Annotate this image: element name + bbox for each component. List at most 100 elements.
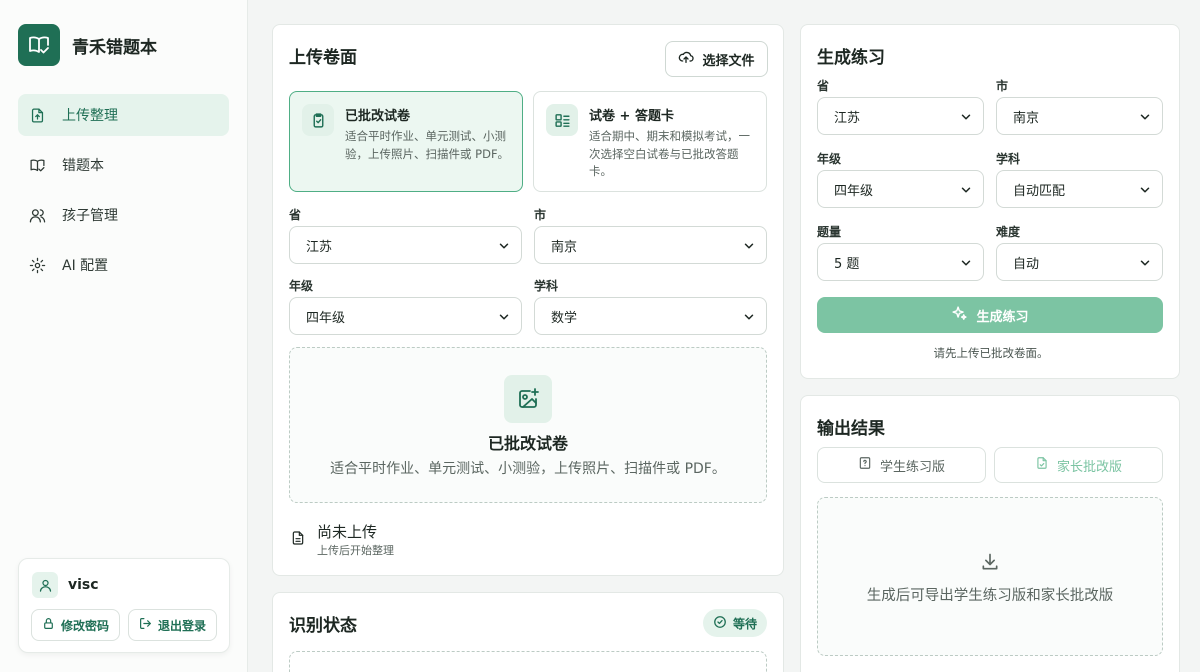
choose-file-label: 选择文件 [702,53,755,69]
city-label: 市 [534,208,547,222]
chevron-down-icon [1138,183,1152,201]
chevron-down-icon [959,256,973,274]
practice-difficulty-select[interactable]: 自动 [996,243,1163,281]
generate-practice-label: 生成练习 [976,309,1029,325]
output-title: 输出结果 [817,419,885,439]
check-circle-icon [713,615,727,632]
status-badge-label: 等待 [732,616,757,631]
practice-city-value: 南京 [1013,110,1040,126]
book-icon [28,156,46,174]
chevron-down-icon [959,183,973,201]
sidebar-item-label: 孩子管理 [62,208,118,224]
sidebar-item-label: 上传整理 [62,108,118,124]
grade-select[interactable]: 四年级 [289,297,522,335]
generate-practice-button[interactable]: 生成练习 [817,297,1163,333]
brand[interactable]: 青禾错题本 [18,24,157,66]
practice-city-label: 市 [996,79,1009,93]
user-name: visc [68,577,99,593]
practice-difficulty-value: 自动 [1013,256,1040,272]
province-value: 江苏 [306,239,333,255]
city-value: 南京 [551,239,578,255]
mode-paper-and-answer-sheet[interactable]: 试卷 + 答题卡 适合期中、期末和模拟考试，一次选择空白试卷与已批改答题卡。 [533,91,767,192]
download-icon [980,552,1000,576]
sidebar-item-mistakes[interactable]: 错题本 [18,144,229,186]
recognition-title: 识别状态 [289,616,357,636]
users-icon [28,206,46,224]
book-check-icon [18,24,60,66]
sparkles-icon [951,305,968,326]
chevron-down-icon [497,310,511,328]
sidebar-item-ai-config[interactable]: AI 配置 [18,244,229,286]
mode-desc: 适合平时作业、单元测试、小测验，上传照片、扫描件或 PDF。 [345,129,510,161]
subject-select[interactable]: 数学 [534,297,767,335]
practice-count-select[interactable]: 5 题 [817,243,984,281]
practice-city-select[interactable]: 南京 [996,97,1163,135]
practice-province-select[interactable]: 江苏 [817,97,984,135]
sidebar-nav: 上传整理 错题本 孩子管理 AI 配置 [18,94,229,294]
mode-title: 已批改试卷 [345,109,411,124]
practice-title: 生成练习 [817,48,885,68]
user-info: visc [32,572,99,598]
upload-card: 上传卷面 选择文件 已批改试卷 适合平时作业、单元测试、小测验，上传照片、扫描件… [272,24,784,576]
mode-desc: 适合期中、期末和模拟考试，一次选择空白试卷与已批改答题卡。 [589,129,750,178]
practice-grade-select[interactable]: 四年级 [817,170,984,208]
upload-dropzone[interactable]: 已批改试卷 适合平时作业、单元测试、小测验，上传照片、扫描件或 PDF。 [289,347,767,503]
upload-card-title: 上传卷面 [289,48,357,68]
choose-file-button[interactable]: 选择文件 [665,41,768,77]
logout-label: 退出登录 [157,618,206,633]
upload-status-sub: 上传后开始整理 [317,544,394,557]
sidebar: 青禾错题本 上传整理 错题本 孩子管理 AI 配置 visc 修改密码 退出登录 [0,0,248,672]
province-label: 省 [289,208,302,222]
change-password-label: 修改密码 [60,618,109,633]
status-badge: 等待 [702,609,767,637]
chevron-down-icon [742,239,756,257]
user-avatar-icon [32,572,58,598]
gear-icon [28,256,46,274]
dropzone-title: 已批改试卷 [487,434,568,453]
practice-difficulty-label: 难度 [996,225,1021,239]
app-name: 青禾错题本 [72,37,157,58]
practice-count-label: 题量 [817,225,842,239]
user-card: visc 修改密码 退出登录 [18,558,230,653]
change-password-button[interactable]: 修改密码 [31,609,120,641]
sidebar-item-label: 错题本 [62,158,104,174]
help-file-icon [858,456,872,474]
mode-graded-paper[interactable]: 已批改试卷 适合平时作业、单元测试、小测验，上传照片、扫描件或 PDF。 [289,91,523,192]
chevron-down-icon [959,110,973,128]
chevron-down-icon [1138,256,1152,274]
output-empty-text: 生成后可导出学生练习版和家长批改版 [866,588,1114,604]
image-plus-icon [504,375,552,423]
file-icon [290,529,306,551]
chevron-down-icon [1138,110,1152,128]
subject-label: 学科 [534,279,559,293]
practice-card: 生成练习 省 市 江苏 南京 年级 学科 四年级 自动匹配 题量 难度 5 题 … [800,24,1180,379]
upload-status-title: 尚未上传 [317,523,378,541]
list-icon [546,104,578,136]
parent-version-label: 家长批改版 [1056,459,1122,475]
lock-icon [42,617,55,633]
parent-version-button[interactable]: 家长批改版 [994,447,1163,483]
city-select[interactable]: 南京 [534,226,767,264]
recognition-area [289,651,767,672]
sidebar-item-label: AI 配置 [62,258,109,274]
recognition-card: 识别状态 等待 [272,592,784,672]
student-version-button[interactable]: 学生练习版 [817,447,986,483]
sidebar-item-upload[interactable]: 上传整理 [18,94,229,136]
practice-subject-value: 自动匹配 [1013,183,1066,199]
file-check-icon [1035,456,1049,474]
cloud-upload-icon [678,49,695,69]
practice-province-label: 省 [817,79,830,93]
logout-button[interactable]: 退出登录 [128,609,217,641]
upload-file-icon [28,106,46,124]
practice-grade-label: 年级 [817,152,842,166]
practice-count-value: 5 题 [834,256,860,272]
subject-value: 数学 [551,310,578,326]
clipboard-check-icon [302,104,334,136]
practice-subject-select[interactable]: 自动匹配 [996,170,1163,208]
sidebar-item-children[interactable]: 孩子管理 [18,194,229,236]
practice-subject-label: 学科 [996,152,1021,166]
chevron-down-icon [742,310,756,328]
grade-value: 四年级 [306,310,346,326]
dropzone-desc: 适合平时作业、单元测试、小测验，上传照片、扫描件或 PDF。 [330,461,726,477]
province-select[interactable]: 江苏 [289,226,522,264]
